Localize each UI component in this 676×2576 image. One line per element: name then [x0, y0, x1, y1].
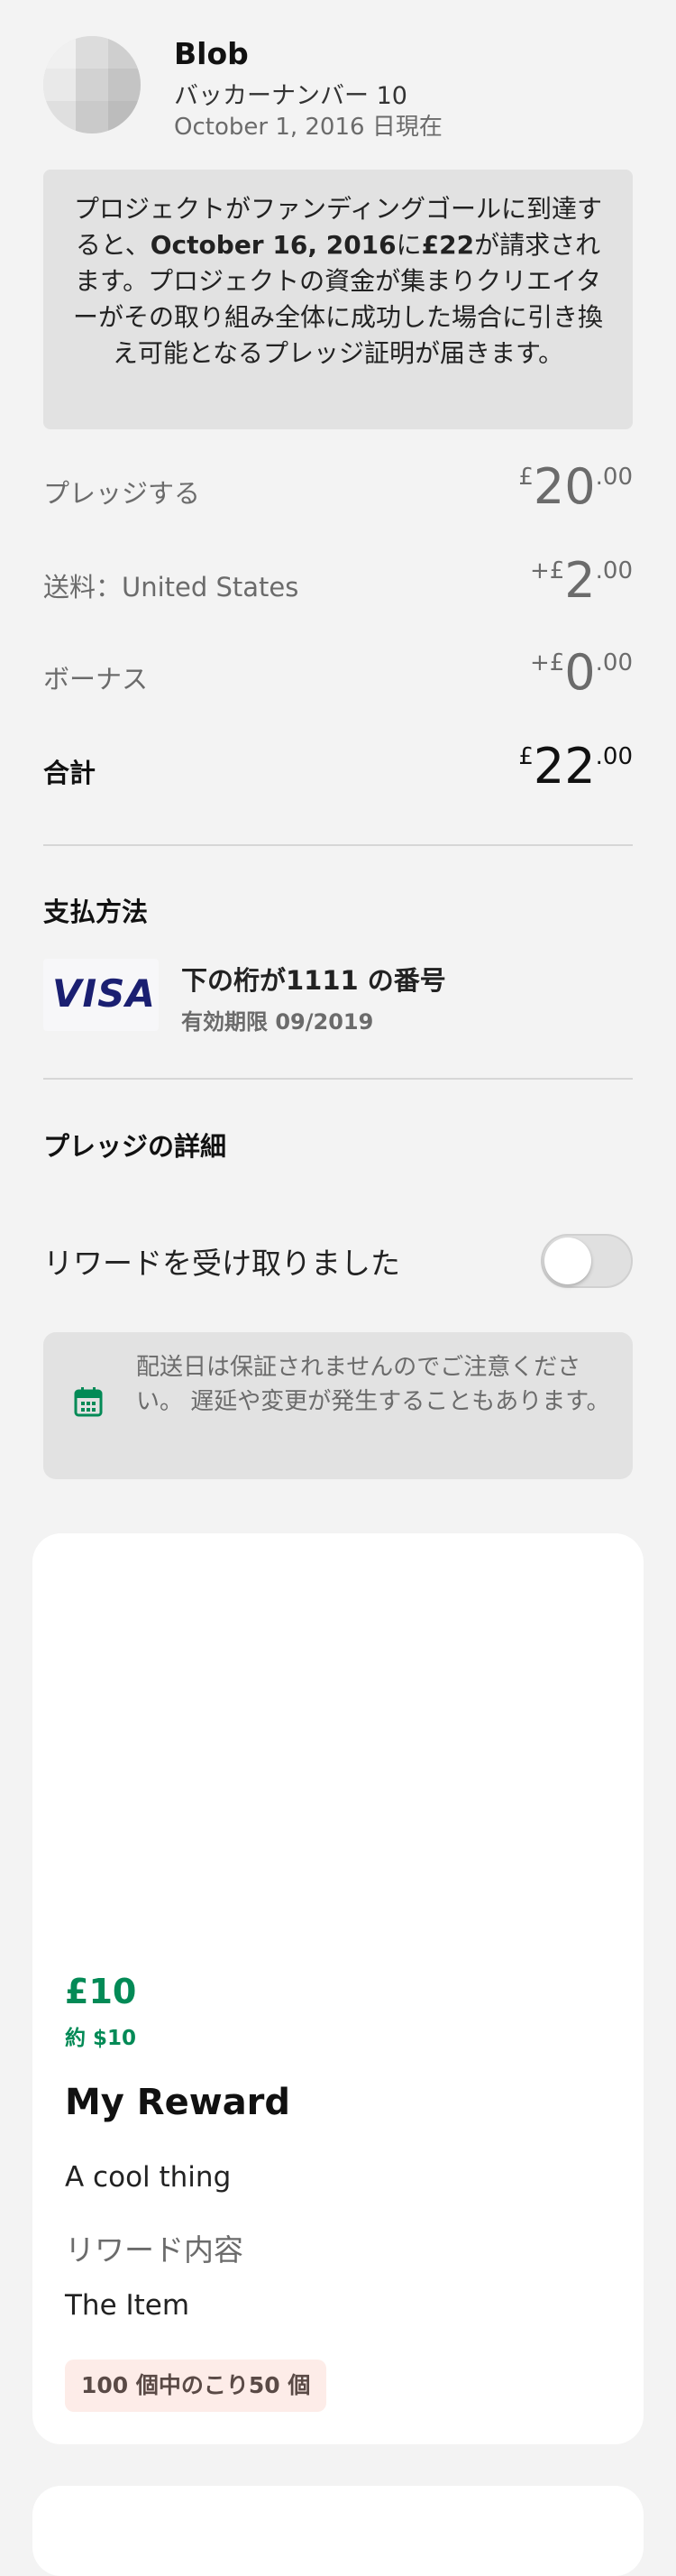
backer-date: October 1, 2016 日現在 [174, 114, 443, 141]
visa-logo: VISA [43, 959, 159, 1031]
shipping-currency: £ [549, 557, 565, 584]
remaining-badge: 100 個中のこり50 個 [65, 2360, 327, 2412]
delivery-notice: 配送日は保証されませんのでご注意ください。 遅延や変更が発生することもあります。 [43, 1332, 633, 1479]
bonus-decimal: .00 [595, 649, 633, 676]
pledge-view: Blob バッカーナンバー 10 October 1, 2016 日現在 プロジ… [0, 0, 676, 2576]
delivery-notice-text: 配送日は保証されませんのでご注意ください。 遅延や変更が発生することもあります。 [136, 1354, 610, 1415]
reward-description: A cool thing [65, 2161, 232, 2194]
shipping-amount: +£2.00 [530, 554, 633, 608]
total-row: 合計 £22.00 [43, 740, 633, 794]
avatar [43, 36, 141, 133]
reward-item: The Item [65, 2289, 190, 2322]
notice-text-2: に [396, 230, 422, 260]
pledge-details-title: プレッジの詳細 [43, 1131, 227, 1162]
card-brand: VISA [52, 971, 156, 1016]
next-card [32, 2486, 644, 2576]
reward-received-label: リワードを受け取りました [43, 1246, 400, 1281]
notice-date: October 16, 2016 [150, 230, 397, 260]
backer-name: Blob [174, 36, 249, 71]
reward-price: £10 [65, 1972, 137, 2011]
shipping-decimal: .00 [595, 557, 633, 584]
bonus-label: ボーナス [43, 664, 149, 695]
reward-received-toggle[interactable] [541, 1234, 633, 1288]
total-decimal: .00 [595, 743, 633, 770]
backer-header: Blob バッカーナンバー 10 October 1, 2016 日現在 [43, 36, 638, 141]
notice-amount: £22 [421, 230, 475, 260]
total-label: 合計 [43, 758, 96, 788]
card-expiry: 有効期限 09/2019 [181, 1009, 374, 1035]
pledge-decimal: .00 [595, 464, 633, 491]
pledge-amount: £20.00 [518, 460, 633, 514]
bonus-currency: £ [549, 649, 565, 676]
bonus-row: ボーナス +£0.00 [43, 646, 633, 700]
pledge-currency: £ [518, 464, 534, 491]
payment-method-title: 支払方法 [43, 897, 149, 927]
charge-notice: プロジェクトがファンディングゴールに到達すると、October 16, 2016… [43, 170, 633, 429]
shipping-whole: 2 [564, 552, 596, 609]
card-number: 下の桁が1111 の番号 [181, 965, 446, 996]
reward-title: My Reward [65, 2082, 291, 2123]
bonus-amount: +£0.00 [530, 646, 633, 700]
calendar-icon [74, 1387, 103, 1417]
shipping-prefix: + [529, 557, 550, 584]
pledge-row: プレッジする £20.00 [43, 460, 633, 514]
pledge-whole: 20 [533, 458, 596, 515]
bonus-whole: 0 [564, 644, 596, 701]
bonus-prefix: + [529, 649, 550, 676]
divider [43, 1078, 633, 1080]
reward-approx-price: 約 $10 [65, 2027, 137, 2050]
shipping-row: 送料：United States +£2.00 [43, 554, 633, 608]
total-amount: £22.00 [518, 740, 633, 794]
reward-card[interactable]: £10 約 $10 My Reward A cool thing リワード内容 … [32, 1533, 644, 2444]
toggle-knob [544, 1237, 591, 1284]
divider [43, 844, 633, 846]
total-whole: 22 [533, 738, 596, 795]
reward-includes-label: リワード内容 [65, 2232, 243, 2268]
shipping-label: 送料：United States [43, 572, 299, 603]
pledge-label: プレッジする [43, 478, 201, 509]
backer-number: バッカーナンバー 10 [174, 82, 407, 110]
total-currency: £ [518, 743, 534, 770]
